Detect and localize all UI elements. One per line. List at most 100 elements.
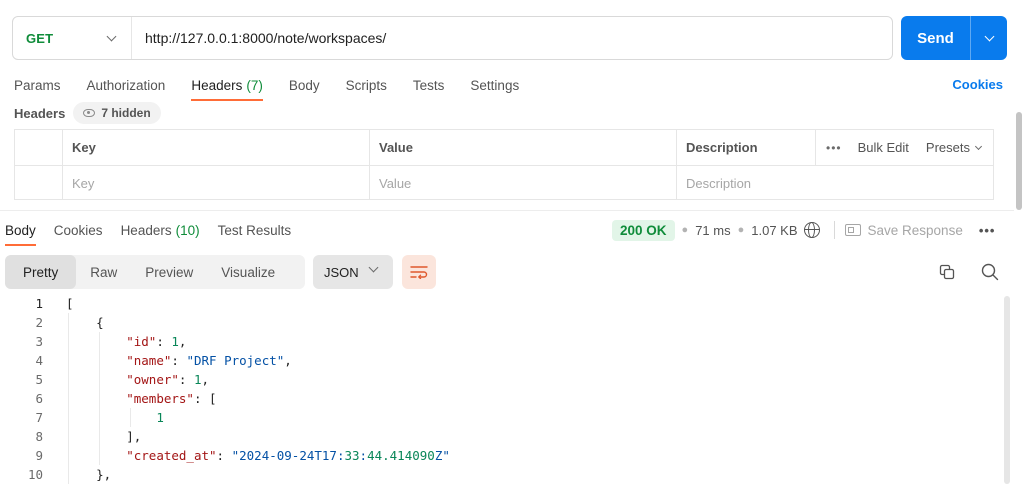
tab-authorization[interactable]: Authorization	[87, 70, 166, 100]
tab-response-headers[interactable]: Headers (10)	[121, 216, 200, 244]
code-text: "members": [	[126, 391, 217, 406]
tab-response-cookies[interactable]: Cookies	[54, 216, 103, 244]
code-text: 1	[156, 410, 164, 425]
search-icon[interactable]	[981, 263, 999, 281]
globe-icon[interactable]	[803, 222, 820, 238]
column-value: Value	[370, 130, 677, 165]
tab-label: Params	[14, 77, 61, 93]
tab-tests[interactable]: Tests	[413, 70, 445, 100]
tab-label: Headers	[120, 222, 172, 238]
headers-subheader: Headers 7 hidden	[14, 102, 161, 124]
more-options-icon[interactable]: •••	[826, 141, 842, 155]
hidden-headers-toggle[interactable]: 7 hidden	[73, 102, 161, 124]
line-number: 8	[35, 429, 43, 444]
chevron-down-icon	[974, 142, 983, 150]
chevron-down-icon	[106, 31, 117, 41]
tab-count: (10)	[175, 222, 200, 238]
code-line: 8 ],	[0, 427, 1000, 446]
line-number: 9	[35, 448, 43, 463]
code-text: [	[66, 296, 74, 311]
tab-count: (7)	[246, 77, 263, 93]
send-button-group: Send	[901, 16, 1007, 60]
eye-icon	[83, 109, 96, 117]
url-input[interactable]: http://127.0.0.1:8000/note/workspaces/	[132, 30, 386, 46]
tab-label: Settings	[470, 77, 520, 93]
more-options-icon[interactable]: •••	[979, 223, 996, 238]
tab-response-body[interactable]: Body	[5, 216, 36, 246]
cookies-link[interactable]: Cookies	[952, 77, 1003, 92]
headers-table-header: Key Value Description ••• Bulk Edit Pres…	[15, 130, 993, 165]
line-number: 7	[35, 410, 43, 425]
bulk-edit-button[interactable]: Bulk Edit	[858, 140, 909, 155]
line-number: 3	[35, 334, 43, 349]
scrollbar[interactable]	[1016, 112, 1022, 210]
pane-divider[interactable]	[0, 210, 1014, 211]
format-pretty[interactable]: Pretty	[5, 255, 77, 289]
line-number: 10	[27, 467, 43, 482]
response-tabs: Body Cookies Headers (10) Test Results	[5, 216, 309, 246]
line-number: 2	[35, 315, 43, 330]
tab-settings[interactable]: Settings	[470, 70, 519, 100]
send-options-button[interactable]	[971, 16, 1007, 60]
tab-label: Body	[288, 77, 320, 93]
send-button[interactable]: Send	[901, 16, 971, 60]
tab-label: Test Results	[217, 222, 292, 238]
code-line: 5 "owner": 1,	[0, 370, 1000, 389]
value-input[interactable]: Value	[370, 166, 677, 200]
code-text: "created_at": "2024-09-24T17:33:44.41409…	[126, 448, 450, 463]
code-line: 1[	[0, 294, 1000, 313]
description-input[interactable]: Description	[677, 166, 816, 200]
wrap-lines-button[interactable]	[402, 255, 436, 289]
code-line: 6 "members": [	[0, 389, 1000, 408]
code-text: "owner": 1,	[126, 372, 210, 387]
method-select[interactable]: GET	[13, 17, 132, 59]
tab-label: Headers	[191, 77, 243, 93]
divider	[833, 221, 835, 239]
chevron-down-icon	[368, 262, 379, 273]
presets-button[interactable]: Presets	[926, 140, 970, 155]
code-text: "id": 1,	[126, 334, 187, 349]
save-icon	[844, 224, 861, 236]
column-description: Description	[677, 130, 816, 165]
tab-test-results[interactable]: Test Results	[218, 216, 292, 244]
code-line: 3 "id": 1,	[0, 332, 1000, 351]
code-line: 4 "name": "DRF Project",	[0, 351, 1000, 370]
request-bar: GET http://127.0.0.1:8000/note/workspace…	[12, 16, 893, 60]
hidden-count-label: 7 hidden	[101, 106, 151, 120]
copy-icon[interactable]	[939, 264, 955, 280]
code-text: ],	[66, 429, 142, 444]
key-input[interactable]: Key	[63, 166, 370, 200]
code-line: 9 "created_at": "2024-09-24T17:33:44.414…	[0, 446, 1000, 465]
format-preview[interactable]: Preview	[131, 255, 207, 289]
line-number: 5	[35, 372, 43, 387]
format-visualize[interactable]: Visualize	[207, 255, 289, 289]
language-select[interactable]: JSON	[313, 255, 393, 289]
tab-params[interactable]: Params	[14, 70, 61, 100]
row-checkbox-cell	[15, 166, 63, 200]
response-meta: 200 OK ● 71 ms ● 1.07 KB Save Response •…	[612, 218, 995, 242]
response-body-code[interactable]: 1[ 2 { 3 "id": 1, 4 "name": "DRF Project…	[0, 294, 1000, 484]
table-actions: ••• Bulk Edit Presets	[816, 130, 993, 165]
status-badge[interactable]: 200 OK	[612, 219, 675, 241]
tab-label: Scripts	[345, 77, 387, 93]
tab-label: Body	[5, 222, 36, 238]
line-number: 4	[35, 353, 43, 368]
headers-table-row: Key Value Description	[15, 165, 993, 200]
separator-dot: ●	[681, 224, 689, 236]
response-time[interactable]: 71 ms	[695, 223, 730, 238]
tab-body[interactable]: Body	[289, 70, 320, 100]
response-size[interactable]: 1.07 KB	[751, 223, 797, 238]
wrap-icon	[410, 266, 428, 279]
format-raw[interactable]: Raw	[76, 255, 131, 289]
format-segmented-control: Pretty Raw Preview Visualize	[5, 255, 305, 289]
scrollbar[interactable]	[1004, 296, 1010, 484]
code-text: "name": "DRF Project",	[126, 353, 292, 368]
tab-label: Tests	[412, 77, 445, 93]
tab-headers[interactable]: Headers (7)	[191, 70, 263, 101]
checkbox-column	[15, 130, 63, 165]
tab-scripts[interactable]: Scripts	[346, 70, 387, 100]
code-text: {	[66, 315, 104, 330]
code-text: },	[66, 467, 112, 482]
save-response-button[interactable]: Save Response	[868, 223, 963, 238]
chevron-down-icon	[984, 31, 994, 41]
